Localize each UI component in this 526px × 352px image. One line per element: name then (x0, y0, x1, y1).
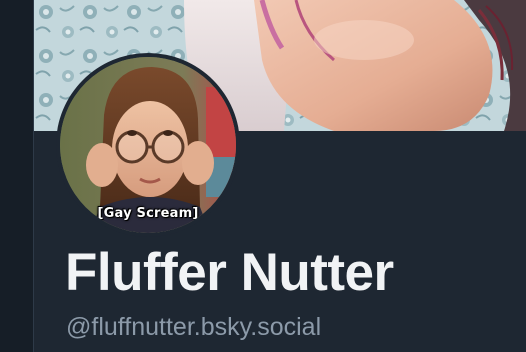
display-name: Fluffer Nutter (65, 243, 394, 302)
avatar-image: [Gay Scream] (60, 57, 236, 233)
avatar-caption: [Gay Scream] (97, 206, 199, 221)
profile-page: [Gay Scream] Fluffer Nutter @fluffnutter… (0, 0, 526, 352)
avatar[interactable]: [Gay Scream] (56, 53, 240, 237)
profile-handle[interactable]: @fluffnutter.bsky.social (66, 311, 321, 343)
profile-header: [Gay Scream] Fluffer Nutter @fluffnutter… (34, 0, 526, 352)
left-rail (0, 0, 34, 352)
